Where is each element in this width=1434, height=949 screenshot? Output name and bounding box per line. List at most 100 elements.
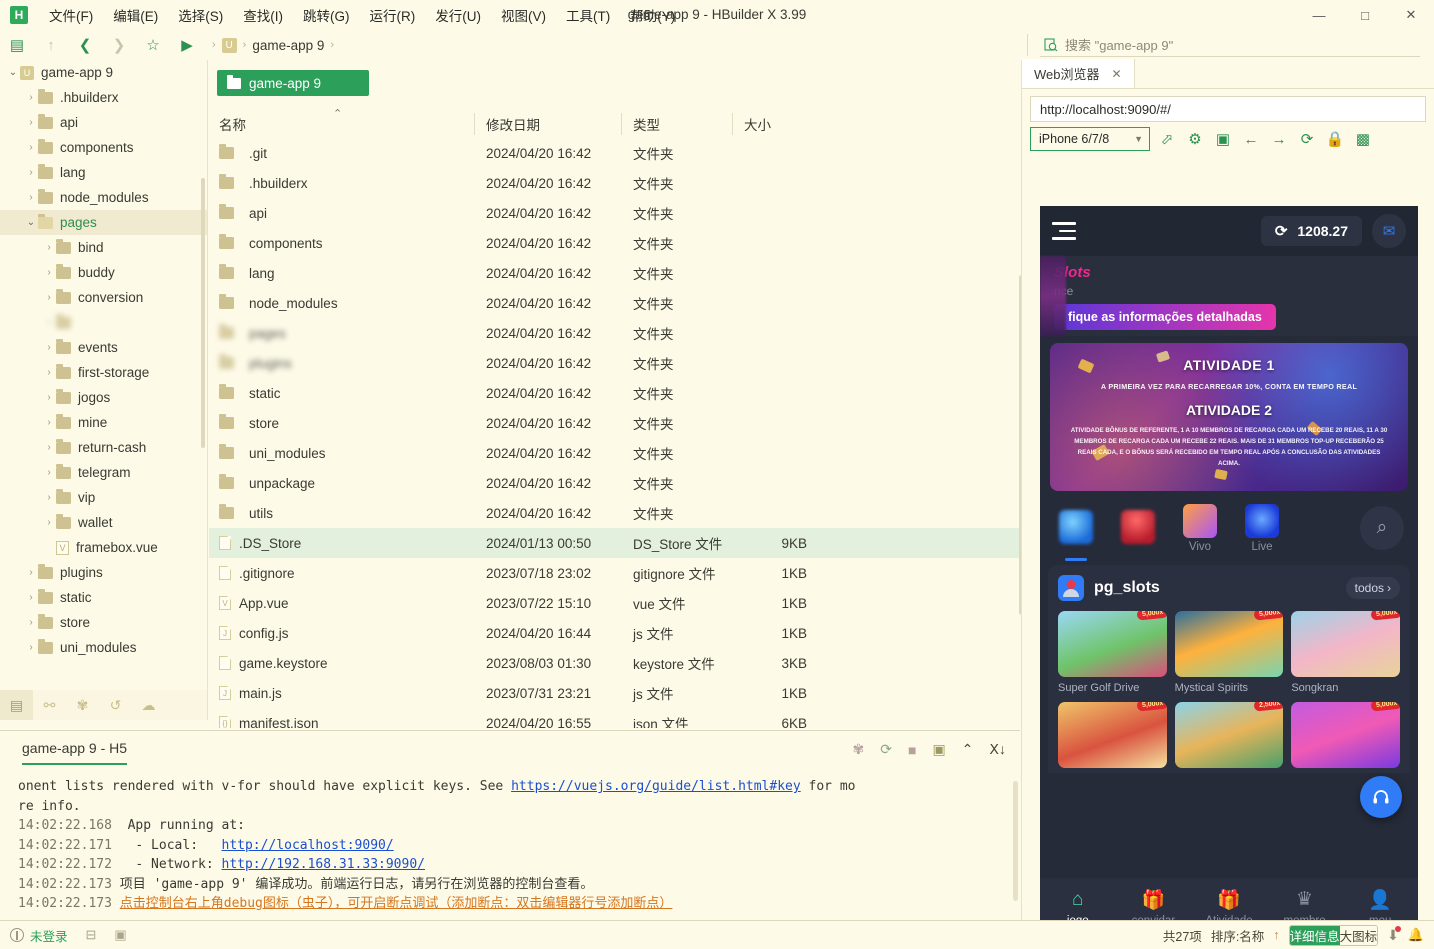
tree-item-return-cash[interactable]: ›return-cash (0, 435, 207, 460)
chevron-right-icon[interactable]: › (24, 167, 38, 178)
refresh-tab[interactable]: ↺ (99, 690, 132, 720)
back-icon[interactable]: ← (1237, 126, 1265, 152)
chevron-right-icon[interactable]: › (42, 242, 56, 253)
table-row[interactable]: utils2024/04/20 16:42文件夹 (209, 498, 1027, 528)
tree-item-uni_modules[interactable]: ›uni_modules (0, 635, 207, 660)
chevron-right-icon[interactable]: › (24, 92, 38, 103)
table-row[interactable]: unpackage2024/04/20 16:42文件夹 (209, 468, 1027, 498)
tree-item-conversion[interactable]: ›conversion (0, 285, 207, 310)
table-row[interactable]: api2024/04/20 16:42文件夹 (209, 198, 1027, 228)
console-scrollbar[interactable] (1013, 781, 1018, 901)
web-browser-tab[interactable]: Web浏览器 ✕ (1022, 59, 1135, 88)
tree-item-wallet[interactable]: ›wallet (0, 510, 207, 535)
tree-item-node_modules[interactable]: ›node_modules (0, 185, 207, 210)
console-warning-text[interactable]: 点击控制台右上角debug图标（虫子），可开启断点调试（添加断点：双击编辑器行号… (120, 896, 673, 911)
tree-item-components[interactable]: ›components (0, 135, 207, 160)
console-tab[interactable]: game-app 9 - H5 (22, 740, 127, 765)
tree-item-mine[interactable]: ›mine (0, 410, 207, 435)
table-row[interactable]: components2024/04/20 16:42文件夹 (209, 228, 1027, 258)
debug-bug-icon[interactable]: ✾ (853, 741, 865, 758)
table-row[interactable]: VApp.vue2023/07/22 15:10vue 文件1KB (209, 588, 1027, 618)
chevron-right-icon[interactable]: › (42, 292, 56, 303)
tree-item-jogos[interactable]: ›jogos (0, 385, 207, 410)
close-icon[interactable]: ✕ (1112, 67, 1122, 81)
settings-gear-icon[interactable]: ⚙ (1181, 126, 1209, 152)
rerun-icon[interactable]: ⟳ (880, 741, 892, 758)
tree-item-first-storage[interactable]: ›first-storage (0, 360, 207, 385)
live-category-icon[interactable]: Live (1240, 504, 1284, 553)
tree-scrollbar[interactable] (201, 178, 205, 448)
url-input[interactable]: http://localhost:9090/#/ (1030, 96, 1426, 122)
chevron-down-icon[interactable]: ⌄ (6, 67, 20, 78)
table-row[interactable]: .gitignore2023/07/18 23:02gitignore 文件1K… (209, 558, 1027, 588)
sort-ascending-icon[interactable]: ↑ (1273, 928, 1279, 942)
search-box[interactable]: 搜索 "game-app 9" (1040, 33, 1420, 57)
qr-icon[interactable]: ▩ (1349, 126, 1377, 152)
menu-item-3[interactable]: 查找(I) (234, 1, 292, 29)
breadcrumb-project-name[interactable]: game-app 9 (252, 38, 324, 53)
slots-category-icon[interactable] (1054, 510, 1098, 547)
cloud-tab[interactable]: ☁ (132, 690, 165, 720)
game-card[interactable]: 5,000x (1058, 702, 1167, 773)
chevron-right-icon[interactable]: › (42, 267, 56, 278)
table-row[interactable]: .git2024/04/20 16:42文件夹 (209, 138, 1027, 168)
favorite-icon[interactable]: ☆ (136, 32, 170, 58)
chevron-right-icon[interactable]: › (42, 467, 56, 478)
view-all-button[interactable]: todos › (1346, 577, 1400, 599)
forward-icon[interactable]: → (1265, 126, 1293, 152)
console-icon[interactable]: ▣ (1209, 126, 1237, 152)
console-link[interactable]: http://192.168.31.33:9090/ (222, 857, 426, 872)
menu-item-2[interactable]: 选择(S) (169, 1, 232, 29)
vivo-category-icon[interactable]: Vivo (1178, 504, 1222, 553)
run-icon[interactable]: ▶ (170, 32, 204, 58)
menu-item-5[interactable]: 运行(R) (361, 1, 425, 29)
column-header-name[interactable]: 名称 ⌃ (209, 110, 474, 138)
table-row[interactable]: Jconfig.js2024/04/20 16:44js 文件1KB (209, 618, 1027, 648)
minimize-button[interactable]: — (1296, 0, 1342, 30)
tree-item-game-app 9[interactable]: ⌄Ugame-app 9 (0, 60, 207, 85)
terminal-icon[interactable]: ▣ (114, 927, 126, 943)
tree-item-buddy[interactable]: ›buddy (0, 260, 207, 285)
forward-icon[interactable]: ❯ (102, 32, 136, 58)
tree-item-events[interactable]: ›events (0, 335, 207, 360)
up-icon[interactable]: ↑ (34, 32, 68, 58)
terminal-icon[interactable]: ▣ (932, 741, 945, 758)
collapse-icon[interactable]: ⌃ (962, 741, 974, 758)
menu-item-4[interactable]: 跳转(G) (294, 1, 359, 29)
mobile-preview-viewport[interactable]: ⟳ 1208.27 ✉ Slots nce fique as informaçõ… (1040, 206, 1418, 936)
table-row[interactable]: uni_modules2024/04/20 16:42文件夹 (209, 438, 1027, 468)
chevron-right-icon[interactable]: › (24, 142, 38, 153)
menu-item-9[interactable]: 帮助(Y) (621, 1, 684, 29)
menu-item-1[interactable]: 编辑(E) (104, 1, 167, 29)
clear-scroll-icon[interactable]: Ⅹ↓ (989, 741, 1006, 758)
project-tree-panel[interactable]: ⌄Ugame-app 9›.hbuilderx›api›components›l… (0, 60, 208, 690)
tree-item-store[interactable]: ›store (0, 610, 207, 635)
outline-icon[interactable]: ⊟ (86, 927, 97, 943)
file-browser-tab[interactable]: game-app 9 (217, 70, 369, 96)
chevron-right-icon[interactable]: › (24, 642, 38, 653)
menu-item-6[interactable]: 发行(U) (426, 1, 490, 29)
table-row[interactable]: pages2024/04/20 16:42文件夹 (209, 318, 1027, 348)
support-fab-button[interactable] (1360, 776, 1402, 818)
game-card[interactable]: 5,000x (1291, 702, 1400, 773)
new-file-icon[interactable]: ▤ (0, 32, 34, 58)
table-row[interactable]: {}manifest.json2024/04/20 16:55json 文件6K… (209, 708, 1027, 728)
tree-item-vip[interactable]: ›vip (0, 485, 207, 510)
game-card[interactable]: 5,000xSongkran (1291, 611, 1400, 694)
table-row[interactable]: .DS_Store2024/01/13 00:50DS_Store 文件9KB (209, 528, 1027, 558)
balance-pill[interactable]: ⟳ 1208.27 (1261, 216, 1362, 246)
table-row[interactable]: store2024/04/20 16:42文件夹 (209, 408, 1027, 438)
column-header-type[interactable]: 类型 (621, 110, 732, 138)
project-tab[interactable]: ▤ (0, 690, 33, 720)
chevron-right-icon[interactable]: › (24, 192, 38, 203)
game-card[interactable]: 5,000xSuper Golf Drive (1058, 611, 1167, 694)
game-card[interactable]: 2,500x (1175, 702, 1284, 773)
chevron-right-icon[interactable]: › (24, 617, 38, 628)
view-mode-detail[interactable]: 详细信息 (1290, 926, 1340, 945)
chevron-right-icon[interactable]: › (42, 367, 56, 378)
table-row[interactable]: lang2024/04/20 16:42文件夹 (209, 258, 1027, 288)
game-card[interactable]: 5,000xMystical Spirits (1175, 611, 1284, 694)
console-link[interactable]: https://vuejs.org/guide/list.html#key (511, 779, 801, 794)
tree-item-framebox.vue[interactable]: Vframebox.vue (0, 535, 207, 560)
refresh-balance-icon[interactable]: ⟳ (1275, 222, 1288, 240)
